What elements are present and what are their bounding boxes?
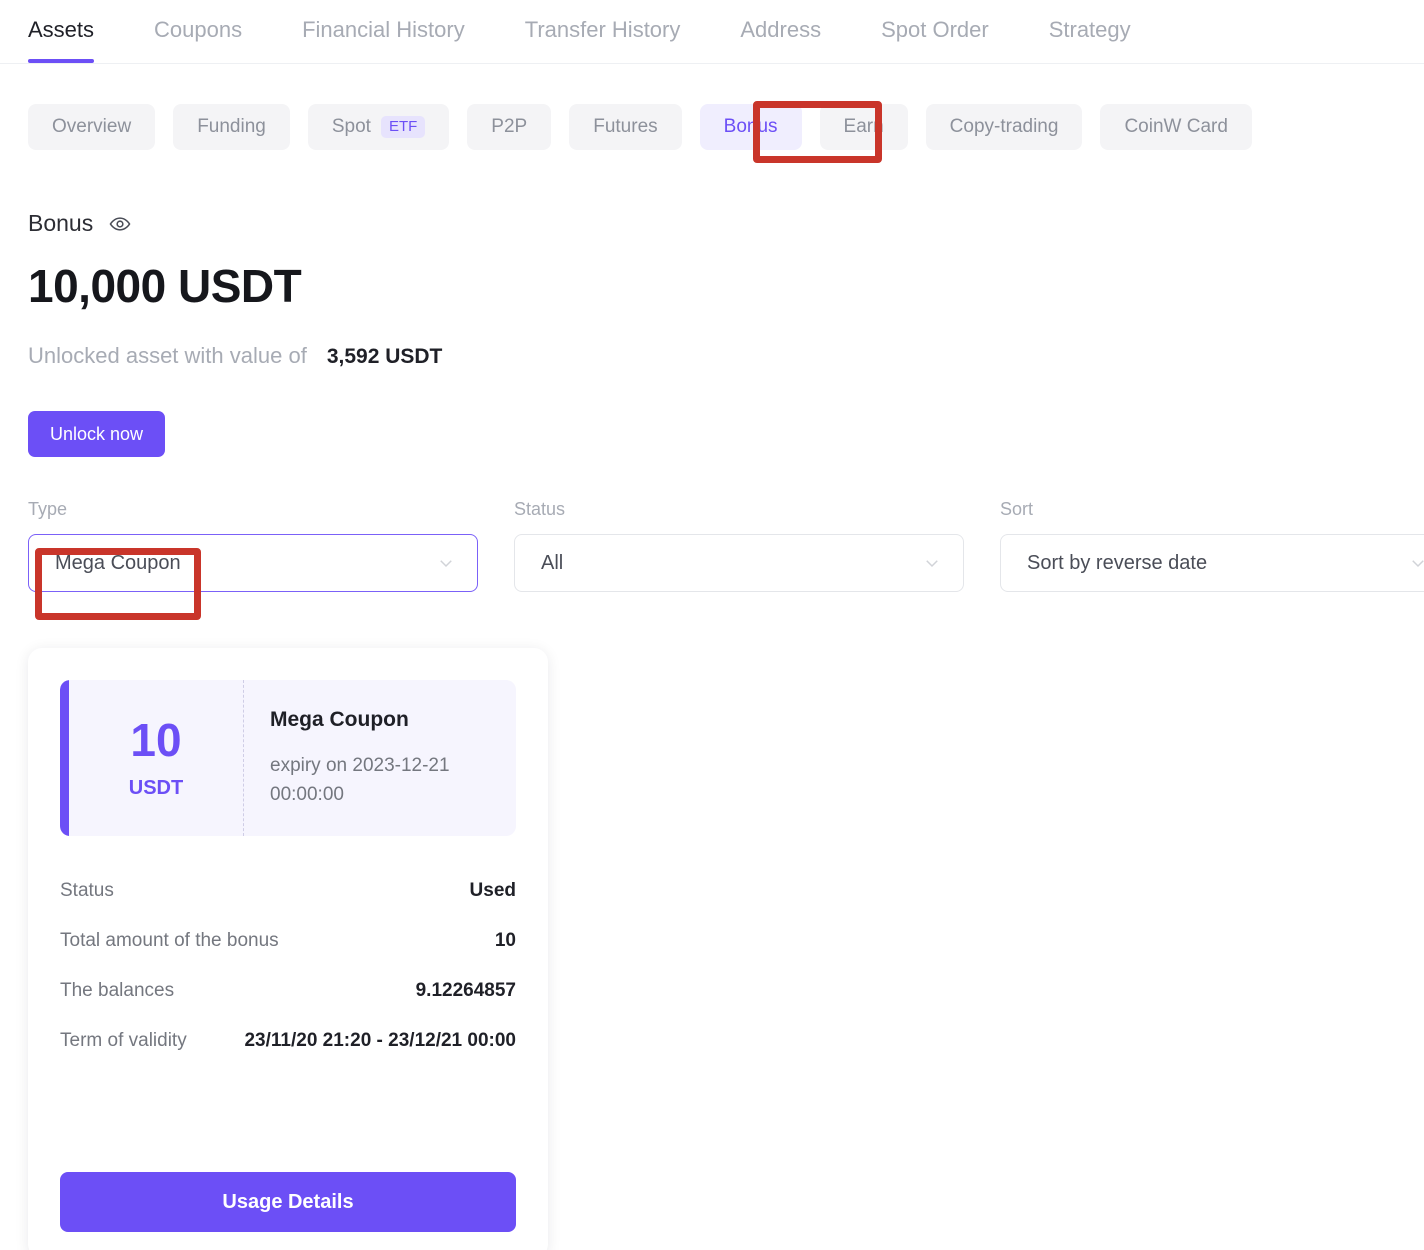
tab-transfer-history[interactable]: Transfer History bbox=[525, 0, 681, 63]
detail-label: Status bbox=[60, 880, 114, 901]
tab-address-label: Address bbox=[740, 16, 822, 42]
page-title: Bonus bbox=[28, 210, 94, 236]
sort-select[interactable]: Sort by reverse date bbox=[1000, 534, 1424, 592]
unlocked-asset-line: Unlocked asset with value of 3,592 USDT bbox=[28, 343, 1424, 369]
coupon-ticket: 10 USDT Mega Coupon expiry on 2023-12-21… bbox=[60, 680, 516, 836]
status-select-value: All bbox=[541, 551, 564, 574]
table-row: Term of validity 23/11/20 21:20 - 23/12/… bbox=[60, 1016, 516, 1066]
chevron-down-icon bbox=[926, 560, 938, 568]
tab-coupons-label: Coupons bbox=[154, 16, 243, 42]
main-tab-bar: Assets Coupons Financial History Transfe… bbox=[0, 0, 1424, 64]
type-select[interactable]: Mega Coupon bbox=[28, 534, 478, 592]
detail-value: 23/11/20 21:20 - 23/12/21 00:00 bbox=[244, 1030, 516, 1051]
coupon-currency: USDT bbox=[128, 776, 184, 799]
coupon-value: 10 bbox=[130, 713, 182, 766]
unlocked-asset-label: Unlocked asset with value of bbox=[28, 343, 307, 368]
unlock-now-button[interactable]: Unlock now bbox=[28, 411, 166, 457]
unlocked-asset-value: 3,592 USDT bbox=[326, 345, 443, 368]
sub-tab-p2p[interactable]: P2P bbox=[467, 104, 552, 150]
sort-select-value: Sort by reverse date bbox=[1027, 551, 1208, 574]
sub-tab-earn[interactable]: Earn bbox=[819, 104, 908, 150]
sub-tab-bonus[interactable]: Bonus bbox=[699, 104, 802, 150]
ticket-accent-bar bbox=[60, 680, 69, 836]
ticket-info-section: Mega Coupon expiry on 2023-12-21 00:00:0… bbox=[244, 680, 516, 836]
type-select-value: Mega Coupon bbox=[55, 551, 181, 574]
sub-tab-coinw-card-label: CoinW Card bbox=[1124, 116, 1228, 137]
sub-tab-spot[interactable]: Spot ETF bbox=[307, 104, 450, 150]
sub-tab-copy-trading[interactable]: Copy-trading bbox=[925, 104, 1083, 150]
status-badge: Used bbox=[469, 880, 516, 901]
sort-filter-label: Sort bbox=[1000, 499, 1034, 519]
sub-tab-coinw-card[interactable]: CoinW Card bbox=[1100, 104, 1252, 150]
tab-financial-history-label: Financial History bbox=[302, 16, 465, 42]
bonus-total-amount: 10,000 USDT bbox=[28, 260, 302, 312]
table-row: Total amount of the bonus 10 bbox=[60, 916, 516, 966]
sort-filter-group: Sort Sort by reverse date bbox=[1000, 499, 1424, 592]
ticket-amount-section: 10 USDT bbox=[69, 680, 244, 836]
asset-category-tabs: Overview Funding Spot ETF P2P Futures Bo… bbox=[0, 64, 1424, 150]
bonus-title-row: Bonus bbox=[28, 210, 1424, 237]
sub-tab-spot-label: Spot bbox=[331, 116, 371, 137]
sub-tab-earn-label: Earn bbox=[843, 116, 884, 137]
tab-spot-order-label: Spot Order bbox=[881, 16, 989, 42]
sub-tab-overview-label: Overview bbox=[52, 116, 132, 137]
tab-coupons[interactable]: Coupons bbox=[154, 0, 242, 63]
sub-tab-p2p-label: P2P bbox=[491, 116, 528, 137]
tab-strategy[interactable]: Strategy bbox=[1049, 0, 1131, 63]
tab-financial-history[interactable]: Financial History bbox=[302, 0, 465, 63]
status-filter-group: Status All bbox=[514, 499, 964, 592]
tab-spot-order[interactable]: Spot Order bbox=[881, 0, 989, 63]
usage-details-button[interactable]: Usage Details bbox=[60, 1172, 516, 1232]
table-row: Status Used bbox=[60, 866, 516, 916]
eye-icon[interactable] bbox=[109, 213, 131, 235]
filter-row: Type Mega Coupon Status All Sort Sort by… bbox=[0, 457, 1424, 592]
coupon-expiry: expiry on 2023-12-21 00:00:00 bbox=[270, 755, 450, 805]
coupon-name: Mega Coupon bbox=[270, 708, 409, 731]
sub-tab-overview[interactable]: Overview bbox=[28, 104, 156, 150]
sub-tab-bonus-label: Bonus bbox=[723, 116, 778, 137]
tab-assets-label: Assets bbox=[28, 16, 95, 42]
detail-label: Term of validity bbox=[60, 1030, 187, 1051]
table-row: The balances 9.12264857 bbox=[60, 966, 516, 1016]
detail-label: The balances bbox=[60, 980, 175, 1001]
detail-value: 10 bbox=[494, 930, 516, 951]
status-filter-label: Status bbox=[514, 499, 566, 519]
detail-value: 9.12264857 bbox=[415, 980, 516, 1001]
sub-tab-futures[interactable]: Futures bbox=[569, 104, 682, 150]
type-filter-group: Type Mega Coupon bbox=[28, 499, 478, 592]
sub-tab-funding[interactable]: Funding bbox=[173, 104, 290, 150]
chevron-down-icon bbox=[1412, 560, 1424, 568]
tab-strategy-label: Strategy bbox=[1048, 16, 1131, 42]
sub-tab-copy-trading-label: Copy-trading bbox=[949, 116, 1059, 137]
status-select[interactable]: All bbox=[514, 534, 964, 592]
etf-badge: ETF bbox=[380, 116, 426, 138]
detail-label: Total amount of the bonus bbox=[60, 930, 279, 951]
coupon-detail-list: Status Used Total amount of the bonus 10… bbox=[60, 866, 516, 1066]
tab-transfer-history-label: Transfer History bbox=[524, 16, 681, 42]
coupon-card: 10 USDT Mega Coupon expiry on 2023-12-21… bbox=[28, 648, 548, 1250]
bonus-summary: Bonus 10,000 USDT Unlocked asset with va… bbox=[0, 150, 1424, 369]
chevron-down-icon bbox=[440, 560, 452, 568]
sub-tab-funding-label: Funding bbox=[197, 116, 266, 137]
sub-tab-futures-label: Futures bbox=[593, 116, 658, 137]
tab-assets[interactable]: Assets bbox=[28, 0, 95, 63]
tab-address[interactable]: Address bbox=[740, 0, 821, 63]
type-filter-label: Type bbox=[28, 499, 68, 519]
